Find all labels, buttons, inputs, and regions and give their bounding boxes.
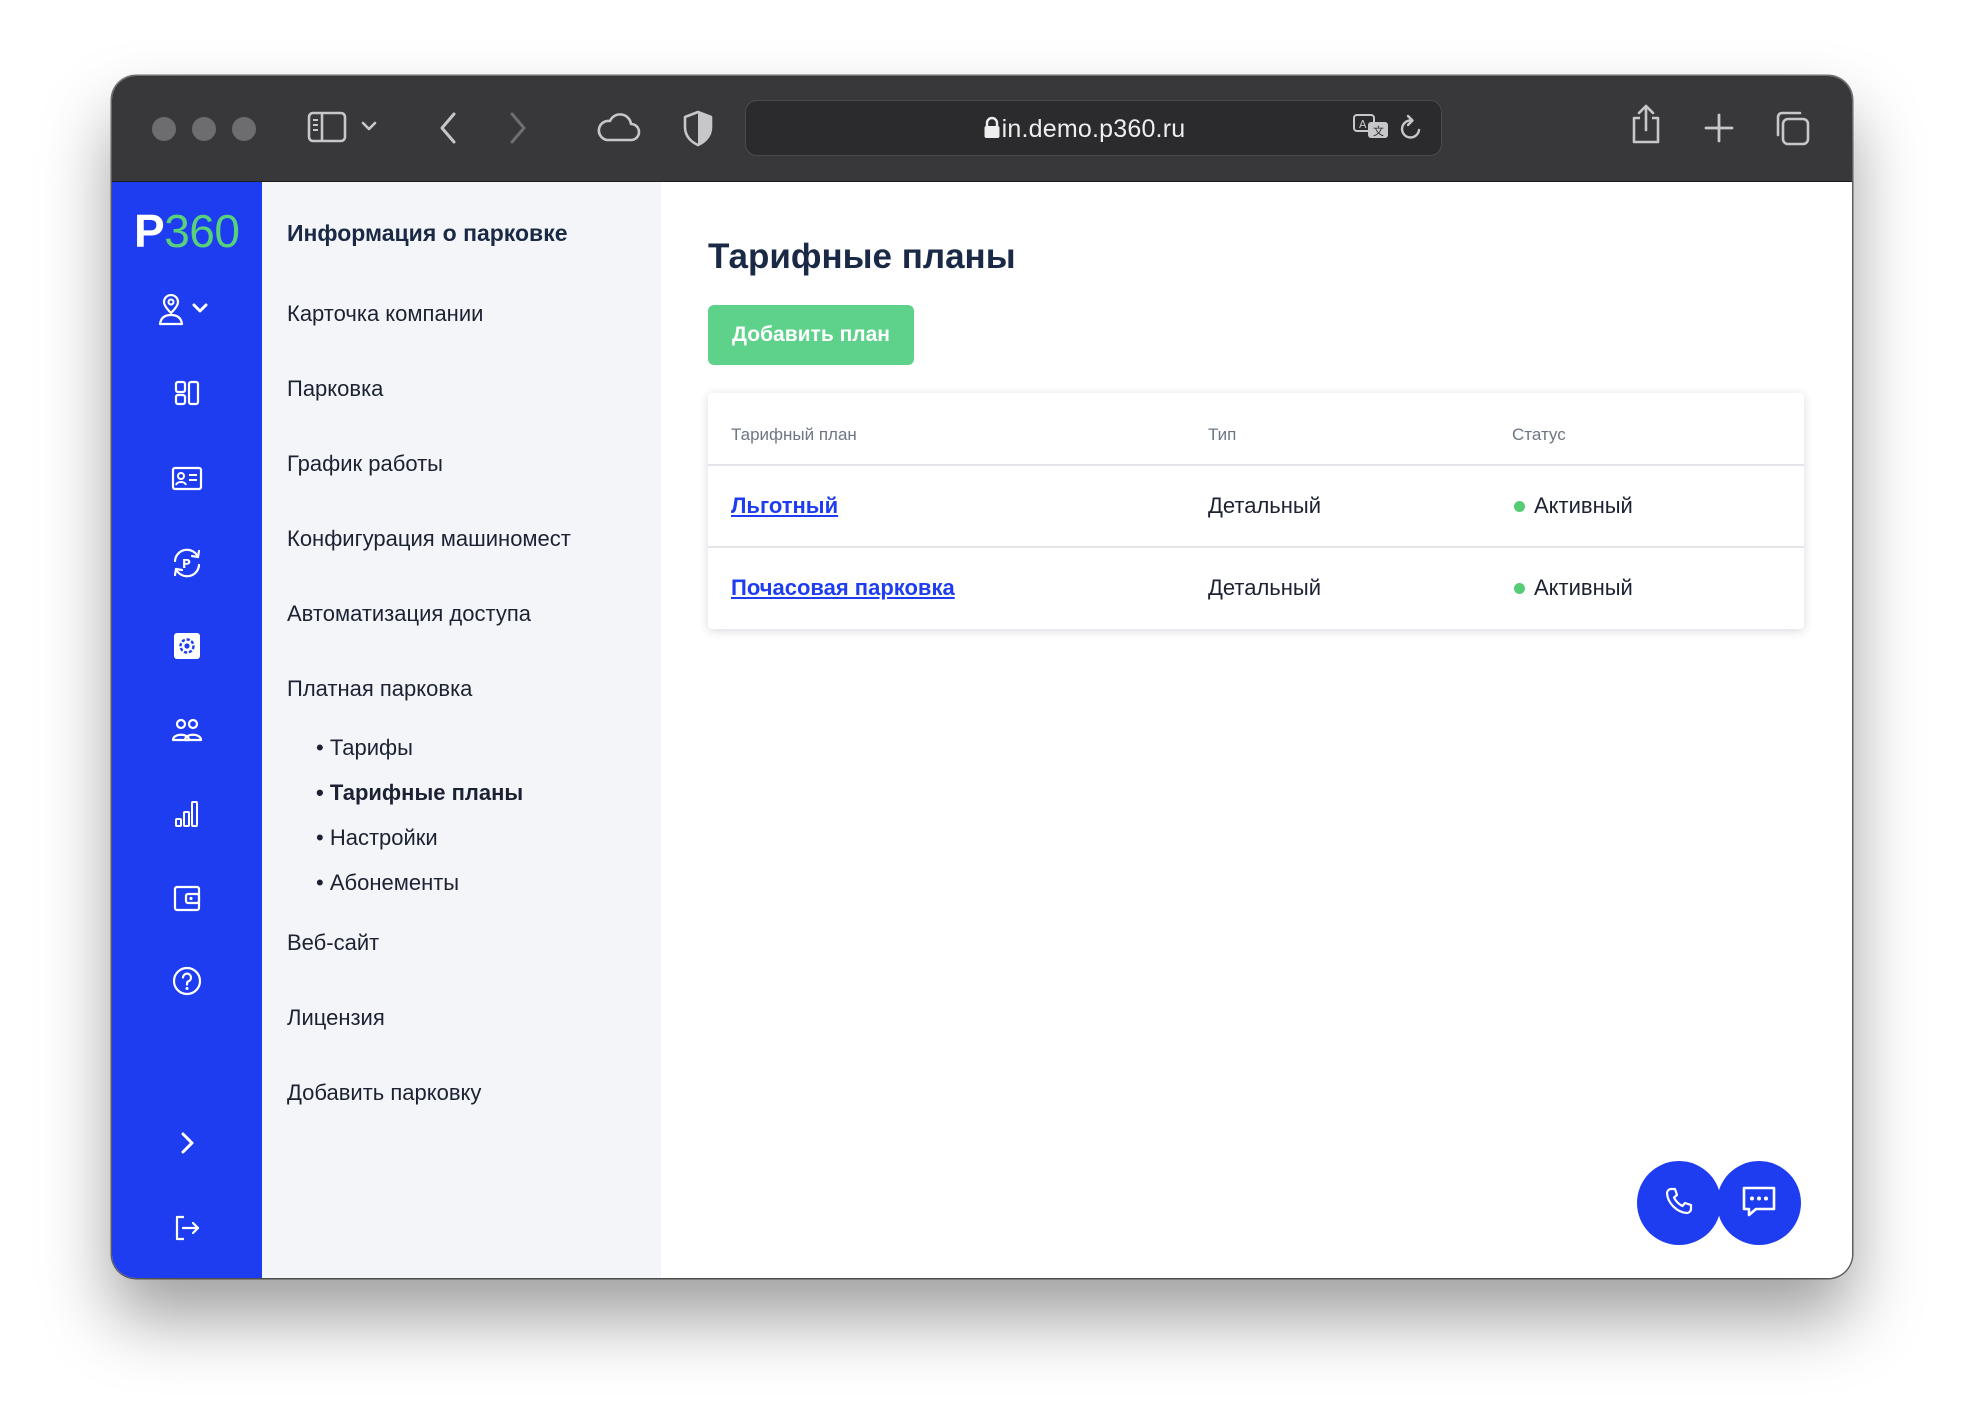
svg-text:P: P [182, 557, 191, 571]
column-header-type[interactable]: Тип [1208, 425, 1236, 445]
close-window-button[interactable] [152, 117, 176, 141]
privacy-shield-icon[interactable] [682, 109, 714, 147]
column-header-plan[interactable]: Тарифный план [731, 425, 857, 445]
plan-name-link[interactable]: Льготный [731, 493, 838, 519]
address-bar[interactable]: in.demo.p360.ru A文 [745, 100, 1442, 156]
tab-group-chevron-down-icon[interactable] [361, 118, 377, 134]
translate-icon[interactable]: A文 [1352, 112, 1392, 142]
stats-icon[interactable] [112, 797, 262, 829]
id-card-icon[interactable] [112, 463, 262, 493]
icon-rail: P360 P [112, 182, 262, 1278]
app: P360 P Информация о парковке Карточка ко… [112, 182, 1852, 1278]
logout-icon[interactable] [112, 1212, 262, 1244]
icloud-icon[interactable] [595, 112, 641, 144]
url-text: in.demo.p360.ru [1001, 115, 1186, 143]
status-active-dot [1514, 583, 1525, 594]
browser-toolbar: in.demo.p360.ru A文 [112, 76, 1852, 182]
subnav-subitem-tariff-plans[interactable]: • Тарифные планы [316, 780, 523, 806]
new-tab-plus-icon[interactable] [1702, 111, 1736, 145]
back-arrow-icon[interactable] [437, 110, 459, 146]
zoom-window-button[interactable] [232, 117, 256, 141]
subnav-item-parking[interactable]: Парковка [287, 376, 383, 402]
chat-button[interactable] [1717, 1161, 1801, 1245]
settings-subnav: Информация о парковке Карточка компании … [262, 182, 715, 1278]
parking-sync-icon[interactable]: P [112, 546, 262, 580]
subnav-subitem-settings[interactable]: • Настройки [316, 825, 438, 851]
subnav-subitem-subscriptions[interactable]: • Абонементы [316, 870, 459, 896]
tab-overview-icon[interactable] [1772, 108, 1812, 148]
plan-status: Активный [1534, 493, 1633, 518]
status-active-dot [1514, 501, 1525, 512]
minimize-window-button[interactable] [192, 117, 216, 141]
row-divider [708, 546, 1804, 548]
main-content: Тарифные планы Добавить план Тарифный пл… [661, 182, 1852, 1278]
subnav-heading: Информация о парковке [287, 220, 568, 246]
wallet-icon[interactable] [112, 882, 262, 914]
phone-icon [1662, 1184, 1696, 1223]
expand-chevron-icon[interactable] [112, 1129, 262, 1157]
call-button[interactable] [1637, 1161, 1721, 1245]
users-icon[interactable] [112, 715, 262, 745]
tariff-plans-table: Тарифный план Тип Статус Льготный Деталь… [708, 393, 1804, 629]
forward-arrow-icon[interactable] [507, 110, 529, 146]
header-divider [708, 464, 1804, 466]
column-header-status[interactable]: Статус [1512, 425, 1566, 445]
subnav-item-license[interactable]: Лицензия [287, 1005, 385, 1031]
subnav-subitem-tariffs[interactable]: • Тарифы [316, 735, 413, 761]
subnav-item-spaces-config[interactable]: Конфигурация машиномест [287, 526, 571, 552]
subnav-item-add-parking[interactable]: Добавить парковку [287, 1080, 481, 1106]
add-plan-button[interactable]: Добавить план [708, 305, 914, 365]
page-title: Тарифные планы [708, 237, 1016, 276]
plan-type: Детальный [1208, 493, 1322, 518]
subnav-item-website[interactable]: Веб-сайт [287, 930, 379, 956]
plan-name-link[interactable]: Почасовая парковка [731, 575, 955, 601]
chat-icon [1739, 1183, 1779, 1224]
help-icon[interactable] [112, 964, 262, 998]
settings-icon[interactable] [112, 630, 262, 662]
browser-window: in.demo.p360.ru A文 P360 P Информация о п… [112, 76, 1852, 1278]
svg-text:A: A [1359, 118, 1367, 131]
subnav-item-access-automation[interactable]: Автоматизация доступа [287, 601, 531, 627]
subnav-item-schedule[interactable]: График работы [287, 451, 443, 477]
plan-status: Активный [1534, 575, 1633, 600]
plan-type: Детальный [1208, 575, 1322, 600]
dashboard-icon[interactable] [112, 378, 262, 408]
svg-text:文: 文 [1373, 124, 1384, 138]
p360-logo[interactable]: P360 [134, 204, 240, 258]
subnav-item-paid-parking[interactable]: Платная парковка [287, 676, 472, 702]
reload-icon[interactable] [1398, 114, 1424, 142]
sidebar-toggle-icon[interactable] [307, 109, 347, 145]
subnav-item-company-card[interactable]: Карточка компании [287, 301, 483, 327]
share-icon[interactable] [1629, 102, 1663, 146]
location-user-icon[interactable] [112, 294, 262, 328]
